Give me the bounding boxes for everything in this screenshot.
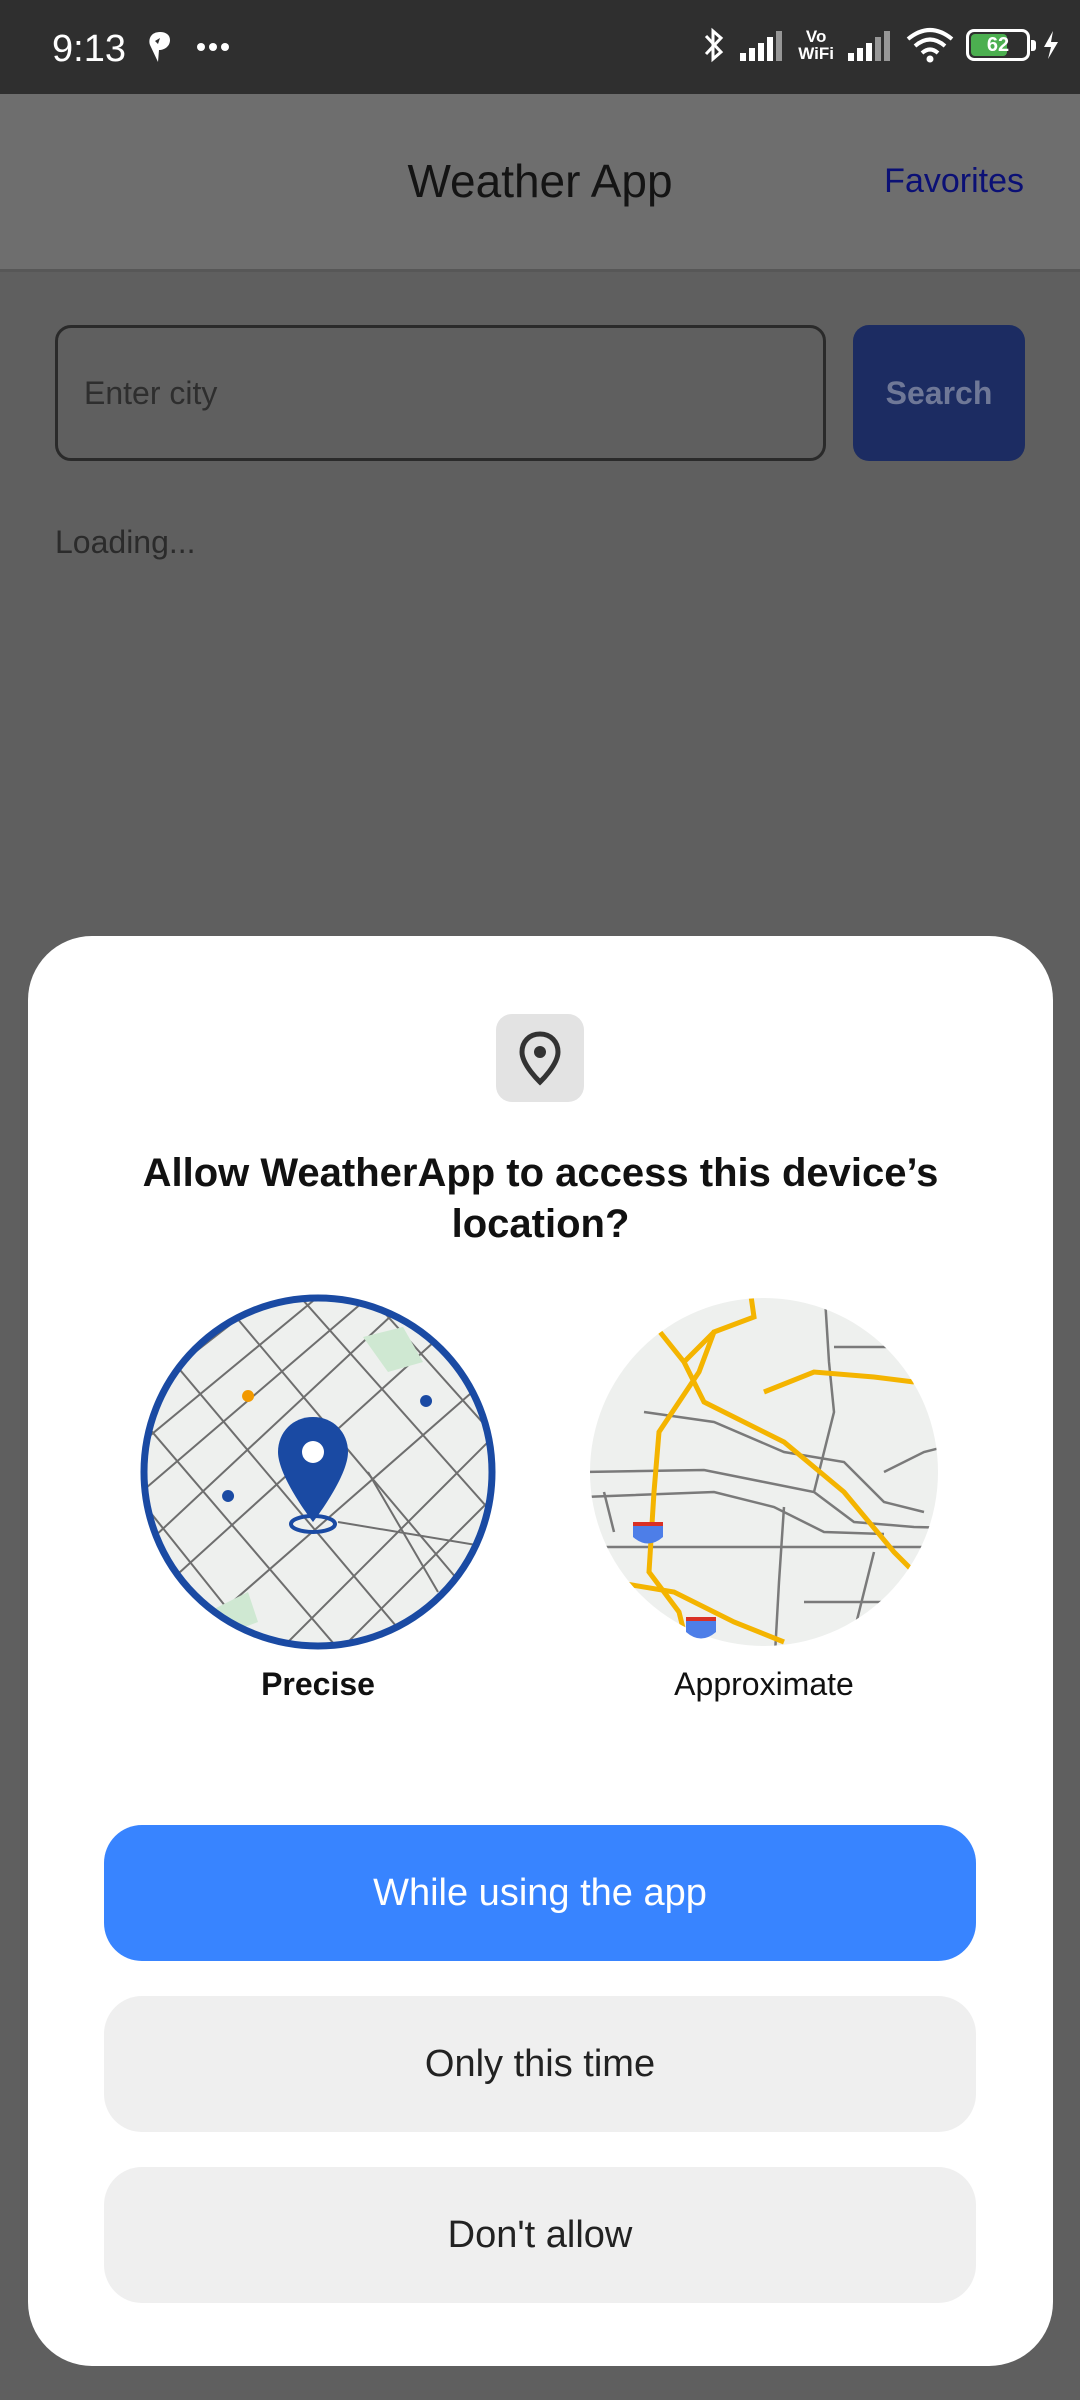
dialog-title: Allow WeatherApp to access this device’s…: [142, 1151, 939, 1246]
city-input[interactable]: [55, 325, 826, 461]
search-button[interactable]: Search: [853, 325, 1025, 461]
precise-option[interactable]: Precise: [138, 1292, 498, 1712]
signal-icon: [740, 31, 783, 61]
status-time: 9:13: [52, 28, 126, 70]
location-permission-dialog: Allow WeatherApp to access this device’s…: [28, 936, 1053, 2366]
only-this-time-button[interactable]: Only this time: [104, 1996, 976, 2132]
bluetooth-icon: [705, 27, 724, 63]
precise-map-icon: [140, 1294, 496, 1650]
more-notifications-icon: [197, 43, 229, 51]
while-using-app-button[interactable]: While using the app: [104, 1825, 976, 1961]
vowifi-icon: Vo WiFi: [798, 27, 834, 63]
battery-icon: 62: [966, 29, 1036, 61]
status-bar: 9:13 Vo WiFi 62: [0, 0, 1080, 94]
favorites-link[interactable]: Favorites: [884, 162, 1024, 201]
approximate-map-icon: [590, 1298, 938, 1646]
charging-icon: [1044, 31, 1058, 59]
approximate-label: Approximate: [674, 1666, 854, 1702]
location-pin-icon: [496, 1014, 584, 1102]
loading-text: Loading...: [55, 524, 196, 560]
dont-allow-button[interactable]: Don't allow: [104, 2167, 976, 2303]
battery-level: 62: [986, 34, 1010, 56]
notification-app-icon: [149, 32, 170, 62]
approximate-option[interactable]: Approximate: [584, 1292, 944, 1712]
signal-icon-2: [848, 31, 890, 61]
precise-label: Precise: [261, 1666, 375, 1702]
app-header: Weather App Favorites: [0, 94, 1080, 272]
wifi-icon: [906, 28, 954, 63]
